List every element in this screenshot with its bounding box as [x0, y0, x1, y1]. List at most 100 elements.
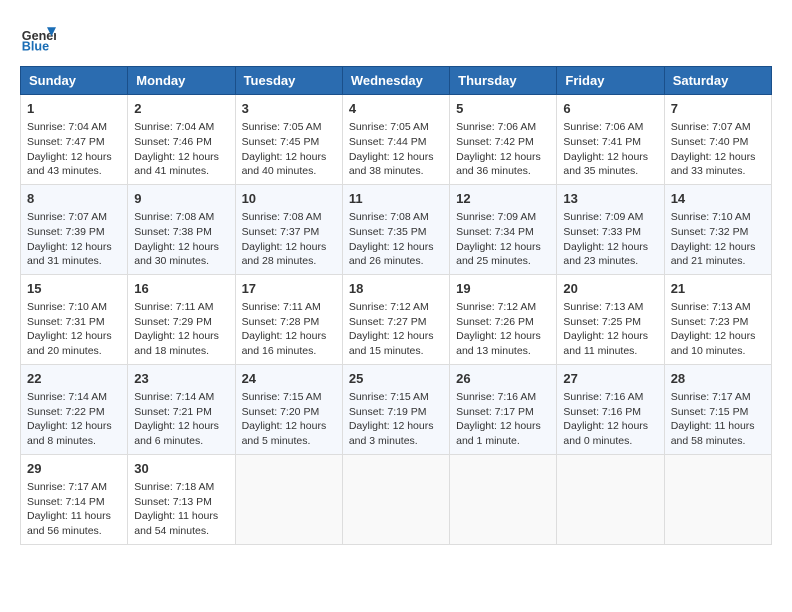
- sunrise-label: Sunrise: 7:15 AM: [242, 391, 322, 403]
- sunset-label: Sunset: 7:42 PM: [456, 136, 534, 148]
- day-number: 26: [456, 370, 550, 388]
- sunset-label: Sunset: 7:34 PM: [456, 226, 534, 238]
- calendar-cell: [342, 454, 449, 544]
- daylight-label: Daylight: 12 hours and 28 minutes.: [242, 241, 327, 268]
- day-number: 15: [27, 280, 121, 298]
- daylight-label: Daylight: 12 hours and 41 minutes.: [134, 151, 219, 178]
- sunrise-label: Sunrise: 7:09 AM: [456, 211, 536, 223]
- calendar-cell: 9 Sunrise: 7:08 AM Sunset: 7:38 PM Dayli…: [128, 184, 235, 274]
- sunrise-label: Sunrise: 7:08 AM: [242, 211, 322, 223]
- daylight-label: Daylight: 12 hours and 20 minutes.: [27, 330, 112, 357]
- day-number: 5: [456, 100, 550, 118]
- sunset-label: Sunset: 7:23 PM: [671, 316, 749, 328]
- sunset-label: Sunset: 7:27 PM: [349, 316, 427, 328]
- sunset-label: Sunset: 7:20 PM: [242, 406, 320, 418]
- sunrise-label: Sunrise: 7:10 AM: [671, 211, 751, 223]
- day-number: 14: [671, 190, 765, 208]
- sunset-label: Sunset: 7:44 PM: [349, 136, 427, 148]
- daylight-label: Daylight: 12 hours and 5 minutes.: [242, 420, 327, 447]
- sunrise-label: Sunrise: 7:08 AM: [349, 211, 429, 223]
- calendar-cell: 3 Sunrise: 7:05 AM Sunset: 7:45 PM Dayli…: [235, 95, 342, 185]
- daylight-label: Daylight: 12 hours and 30 minutes.: [134, 241, 219, 268]
- daylight-label: Daylight: 12 hours and 18 minutes.: [134, 330, 219, 357]
- calendar-cell: 29 Sunrise: 7:17 AM Sunset: 7:14 PM Dayl…: [21, 454, 128, 544]
- daylight-label: Daylight: 12 hours and 26 minutes.: [349, 241, 434, 268]
- calendar-cell: 19 Sunrise: 7:12 AM Sunset: 7:26 PM Dayl…: [450, 274, 557, 364]
- day-number: 10: [242, 190, 336, 208]
- calendar-cell: 18 Sunrise: 7:12 AM Sunset: 7:27 PM Dayl…: [342, 274, 449, 364]
- calendar-week-2: 8 Sunrise: 7:07 AM Sunset: 7:39 PM Dayli…: [21, 184, 772, 274]
- logo-icon: General Blue: [20, 20, 56, 56]
- sunrise-label: Sunrise: 7:05 AM: [242, 121, 322, 133]
- daylight-label: Daylight: 12 hours and 8 minutes.: [27, 420, 112, 447]
- daylight-label: Daylight: 12 hours and 40 minutes.: [242, 151, 327, 178]
- sunrise-label: Sunrise: 7:18 AM: [134, 481, 214, 493]
- sunrise-label: Sunrise: 7:08 AM: [134, 211, 214, 223]
- weekday-header-monday: Monday: [128, 67, 235, 95]
- daylight-label: Daylight: 12 hours and 13 minutes.: [456, 330, 541, 357]
- day-number: 23: [134, 370, 228, 388]
- daylight-label: Daylight: 12 hours and 3 minutes.: [349, 420, 434, 447]
- calendar-cell: 20 Sunrise: 7:13 AM Sunset: 7:25 PM Dayl…: [557, 274, 664, 364]
- daylight-label: Daylight: 12 hours and 25 minutes.: [456, 241, 541, 268]
- daylight-label: Daylight: 12 hours and 16 minutes.: [242, 330, 327, 357]
- sunrise-label: Sunrise: 7:07 AM: [27, 211, 107, 223]
- page-header: General Blue: [20, 20, 772, 56]
- sunset-label: Sunset: 7:47 PM: [27, 136, 105, 148]
- weekday-header-saturday: Saturday: [664, 67, 771, 95]
- sunrise-label: Sunrise: 7:12 AM: [349, 301, 429, 313]
- sunrise-label: Sunrise: 7:06 AM: [563, 121, 643, 133]
- sunrise-label: Sunrise: 7:14 AM: [27, 391, 107, 403]
- sunrise-label: Sunrise: 7:16 AM: [456, 391, 536, 403]
- sunrise-label: Sunrise: 7:11 AM: [134, 301, 213, 313]
- sunset-label: Sunset: 7:21 PM: [134, 406, 212, 418]
- sunset-label: Sunset: 7:13 PM: [134, 496, 212, 508]
- weekday-header-tuesday: Tuesday: [235, 67, 342, 95]
- sunset-label: Sunset: 7:28 PM: [242, 316, 320, 328]
- calendar-cell: 11 Sunrise: 7:08 AM Sunset: 7:35 PM Dayl…: [342, 184, 449, 274]
- day-number: 1: [27, 100, 121, 118]
- sunrise-label: Sunrise: 7:11 AM: [242, 301, 321, 313]
- calendar-cell: 13 Sunrise: 7:09 AM Sunset: 7:33 PM Dayl…: [557, 184, 664, 274]
- calendar-cell: 14 Sunrise: 7:10 AM Sunset: 7:32 PM Dayl…: [664, 184, 771, 274]
- day-number: 8: [27, 190, 121, 208]
- day-number: 30: [134, 460, 228, 478]
- daylight-label: Daylight: 12 hours and 35 minutes.: [563, 151, 648, 178]
- calendar-cell: 28 Sunrise: 7:17 AM Sunset: 7:15 PM Dayl…: [664, 364, 771, 454]
- sunrise-label: Sunrise: 7:06 AM: [456, 121, 536, 133]
- weekday-header-friday: Friday: [557, 67, 664, 95]
- daylight-label: Daylight: 12 hours and 31 minutes.: [27, 241, 112, 268]
- day-number: 25: [349, 370, 443, 388]
- day-number: 28: [671, 370, 765, 388]
- day-number: 20: [563, 280, 657, 298]
- daylight-label: Daylight: 12 hours and 21 minutes.: [671, 241, 756, 268]
- sunrise-label: Sunrise: 7:09 AM: [563, 211, 643, 223]
- day-number: 13: [563, 190, 657, 208]
- day-number: 16: [134, 280, 228, 298]
- weekday-header-thursday: Thursday: [450, 67, 557, 95]
- calendar-cell: 10 Sunrise: 7:08 AM Sunset: 7:37 PM Dayl…: [235, 184, 342, 274]
- calendar-cell: 4 Sunrise: 7:05 AM Sunset: 7:44 PM Dayli…: [342, 95, 449, 185]
- daylight-label: Daylight: 12 hours and 23 minutes.: [563, 241, 648, 268]
- sunrise-label: Sunrise: 7:17 AM: [27, 481, 107, 493]
- calendar-cell: 24 Sunrise: 7:15 AM Sunset: 7:20 PM Dayl…: [235, 364, 342, 454]
- calendar-week-3: 15 Sunrise: 7:10 AM Sunset: 7:31 PM Dayl…: [21, 274, 772, 364]
- weekday-header-wednesday: Wednesday: [342, 67, 449, 95]
- calendar-cell: 17 Sunrise: 7:11 AM Sunset: 7:28 PM Dayl…: [235, 274, 342, 364]
- daylight-label: Daylight: 12 hours and 6 minutes.: [134, 420, 219, 447]
- sunrise-label: Sunrise: 7:05 AM: [349, 121, 429, 133]
- day-number: 18: [349, 280, 443, 298]
- calendar-cell: 25 Sunrise: 7:15 AM Sunset: 7:19 PM Dayl…: [342, 364, 449, 454]
- sunrise-label: Sunrise: 7:04 AM: [27, 121, 107, 133]
- daylight-label: Daylight: 12 hours and 1 minute.: [456, 420, 541, 447]
- calendar-cell: 5 Sunrise: 7:06 AM Sunset: 7:42 PM Dayli…: [450, 95, 557, 185]
- calendar-cell: 2 Sunrise: 7:04 AM Sunset: 7:46 PM Dayli…: [128, 95, 235, 185]
- day-number: 19: [456, 280, 550, 298]
- daylight-label: Daylight: 12 hours and 33 minutes.: [671, 151, 756, 178]
- daylight-label: Daylight: 12 hours and 10 minutes.: [671, 330, 756, 357]
- daylight-label: Daylight: 12 hours and 11 minutes.: [563, 330, 648, 357]
- weekday-header-sunday: Sunday: [21, 67, 128, 95]
- sunset-label: Sunset: 7:17 PM: [456, 406, 534, 418]
- sunset-label: Sunset: 7:22 PM: [27, 406, 105, 418]
- day-number: 4: [349, 100, 443, 118]
